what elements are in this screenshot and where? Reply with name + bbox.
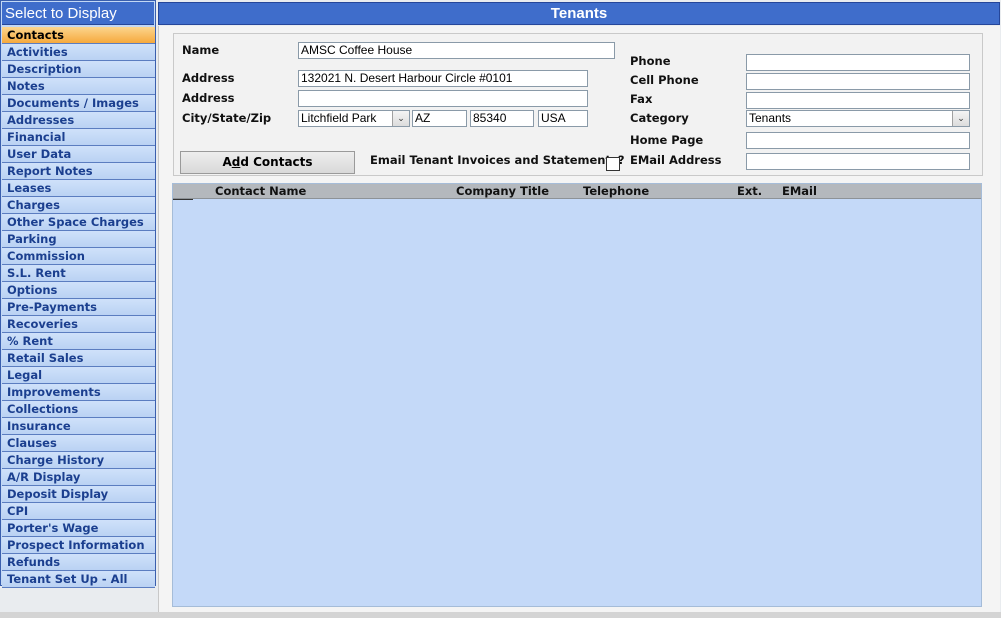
category-dropdown[interactable]: Tenants ⌄ (746, 110, 970, 127)
column-email[interactable]: EMail (782, 184, 817, 198)
city-dropdown[interactable]: Litchfield Park ⌄ (298, 110, 410, 127)
chevron-down-icon[interactable]: ⌄ (952, 111, 969, 126)
sidebar-item-collections[interactable]: Collections (2, 401, 155, 418)
sidebar-item-description[interactable]: Description (2, 61, 155, 78)
sidebar-header: Select to Display (2, 2, 154, 25)
zip-field[interactable]: 85340 (470, 110, 534, 127)
column-ext[interactable]: Ext. (737, 184, 762, 198)
sidebar-item-notes[interactable]: Notes (2, 78, 155, 95)
sidebar-item-clauses[interactable]: Clauses (2, 435, 155, 452)
sidebar-item-pre-payments[interactable]: Pre-Payments (2, 299, 155, 316)
column-company-title[interactable]: Company Title (456, 184, 549, 198)
city-value: Litchfield Park (301, 111, 377, 125)
sidebar-item-charges[interactable]: Charges (2, 197, 155, 214)
current-row-marker (173, 199, 193, 200)
sidebar-item-financial[interactable]: Financial (2, 129, 155, 146)
country-field[interactable]: USA (538, 110, 588, 127)
email-invoices-label: Email Tenant Invoices and Statements? (370, 153, 625, 167)
status-strip (0, 612, 1001, 618)
add-contacts-button[interactable]: Add Contacts (180, 151, 355, 174)
sidebar-item-documents-images[interactable]: Documents / Images (2, 95, 155, 112)
sidebar-item-deposit-display[interactable]: Deposit Display (2, 486, 155, 503)
sidebar-item-commission[interactable]: Commission (2, 248, 155, 265)
phone-field[interactable] (746, 54, 970, 71)
column-contact-name[interactable]: Contact Name (215, 184, 306, 198)
sidebar: Select to Display Contacts Activities Desc… (0, 0, 156, 588)
email-invoices-checkbox[interactable] (606, 157, 620, 171)
sidebar-item-report-notes[interactable]: Report Notes (2, 163, 155, 180)
home-page-label: Home Page (630, 133, 704, 147)
home-page-field[interactable] (746, 132, 970, 149)
sidebar-item-refunds[interactable]: Refunds (2, 554, 155, 571)
sidebar-item-addresses[interactable]: Addresses (2, 112, 155, 129)
category-label: Category (630, 111, 689, 125)
sidebar-item-retail-sales[interactable]: Retail Sales (2, 350, 155, 367)
column-telephone[interactable]: Telephone (583, 184, 649, 198)
sidebar-item-other-space-charges[interactable]: Other Space Charges (2, 214, 155, 231)
email-address-field[interactable] (746, 153, 970, 170)
address2-label: Address (182, 91, 235, 105)
phone-label: Phone (630, 54, 671, 68)
cell-phone-field[interactable] (746, 73, 970, 90)
sidebar-item-options[interactable]: Options (2, 282, 155, 299)
chevron-down-icon[interactable]: ⌄ (392, 111, 409, 126)
sidebar-item-parking[interactable]: Parking (2, 231, 155, 248)
sidebar-item-legal[interactable]: Legal (2, 367, 155, 384)
sidebar-item-porter-s-wage[interactable]: Porter's Wage (2, 520, 155, 537)
sidebar-item-contacts[interactable]: Contacts (2, 27, 155, 44)
fax-field[interactable] (746, 92, 970, 109)
address-line2-field[interactable] (298, 90, 588, 107)
sidebar-item-a-r-display[interactable]: A/R Display (2, 469, 155, 486)
sidebar-item-s-l-rent[interactable]: S.L. Rent (2, 265, 155, 282)
sidebar-item-rent[interactable]: % Rent (2, 333, 155, 350)
sidebar-item-improvements[interactable]: Improvements (2, 384, 155, 401)
name-label: Name (182, 43, 220, 57)
sidebar-item-user-data[interactable]: User Data (2, 146, 155, 163)
email-address-label: EMail Address (630, 153, 722, 167)
fax-label: Fax (630, 92, 653, 106)
grid-header: Contact Name Company Title Telephone Ext… (173, 184, 981, 199)
address-label: Address (182, 71, 235, 85)
name-field[interactable]: AMSC Coffee House (298, 42, 615, 59)
category-value: Tenants (749, 111, 792, 125)
sidebar-item-tenant-set-up-all[interactable]: Tenant Set Up - All (2, 571, 155, 588)
sidebar-item-recoveries[interactable]: Recoveries (2, 316, 155, 333)
sidebar-item-charge-history[interactable]: Charge History (2, 452, 155, 469)
sidebar-item-leases[interactable]: Leases (2, 180, 155, 197)
sidebar-item-activities[interactable]: Activities (2, 44, 155, 61)
address-line1-field[interactable]: 132021 N. Desert Harbour Circle #0101 (298, 70, 588, 87)
contacts-grid[interactable]: Contact Name Company Title Telephone Ext… (172, 183, 982, 607)
city-state-zip-label: City/State/Zip (182, 111, 272, 125)
add-contacts-label: Add Contacts (222, 155, 313, 169)
cell-phone-label: Cell Phone (630, 73, 699, 87)
state-field[interactable]: AZ (412, 110, 467, 127)
sidebar-item-cpi[interactable]: CPI (2, 503, 155, 520)
sidebar-item-prospect-information[interactable]: Prospect Information (2, 537, 155, 554)
sidebar-list: Contacts Activities Description Notes Docume… (2, 27, 155, 588)
sidebar-item-insurance[interactable]: Insurance (2, 418, 155, 435)
page-title: Tenants (158, 2, 1000, 25)
